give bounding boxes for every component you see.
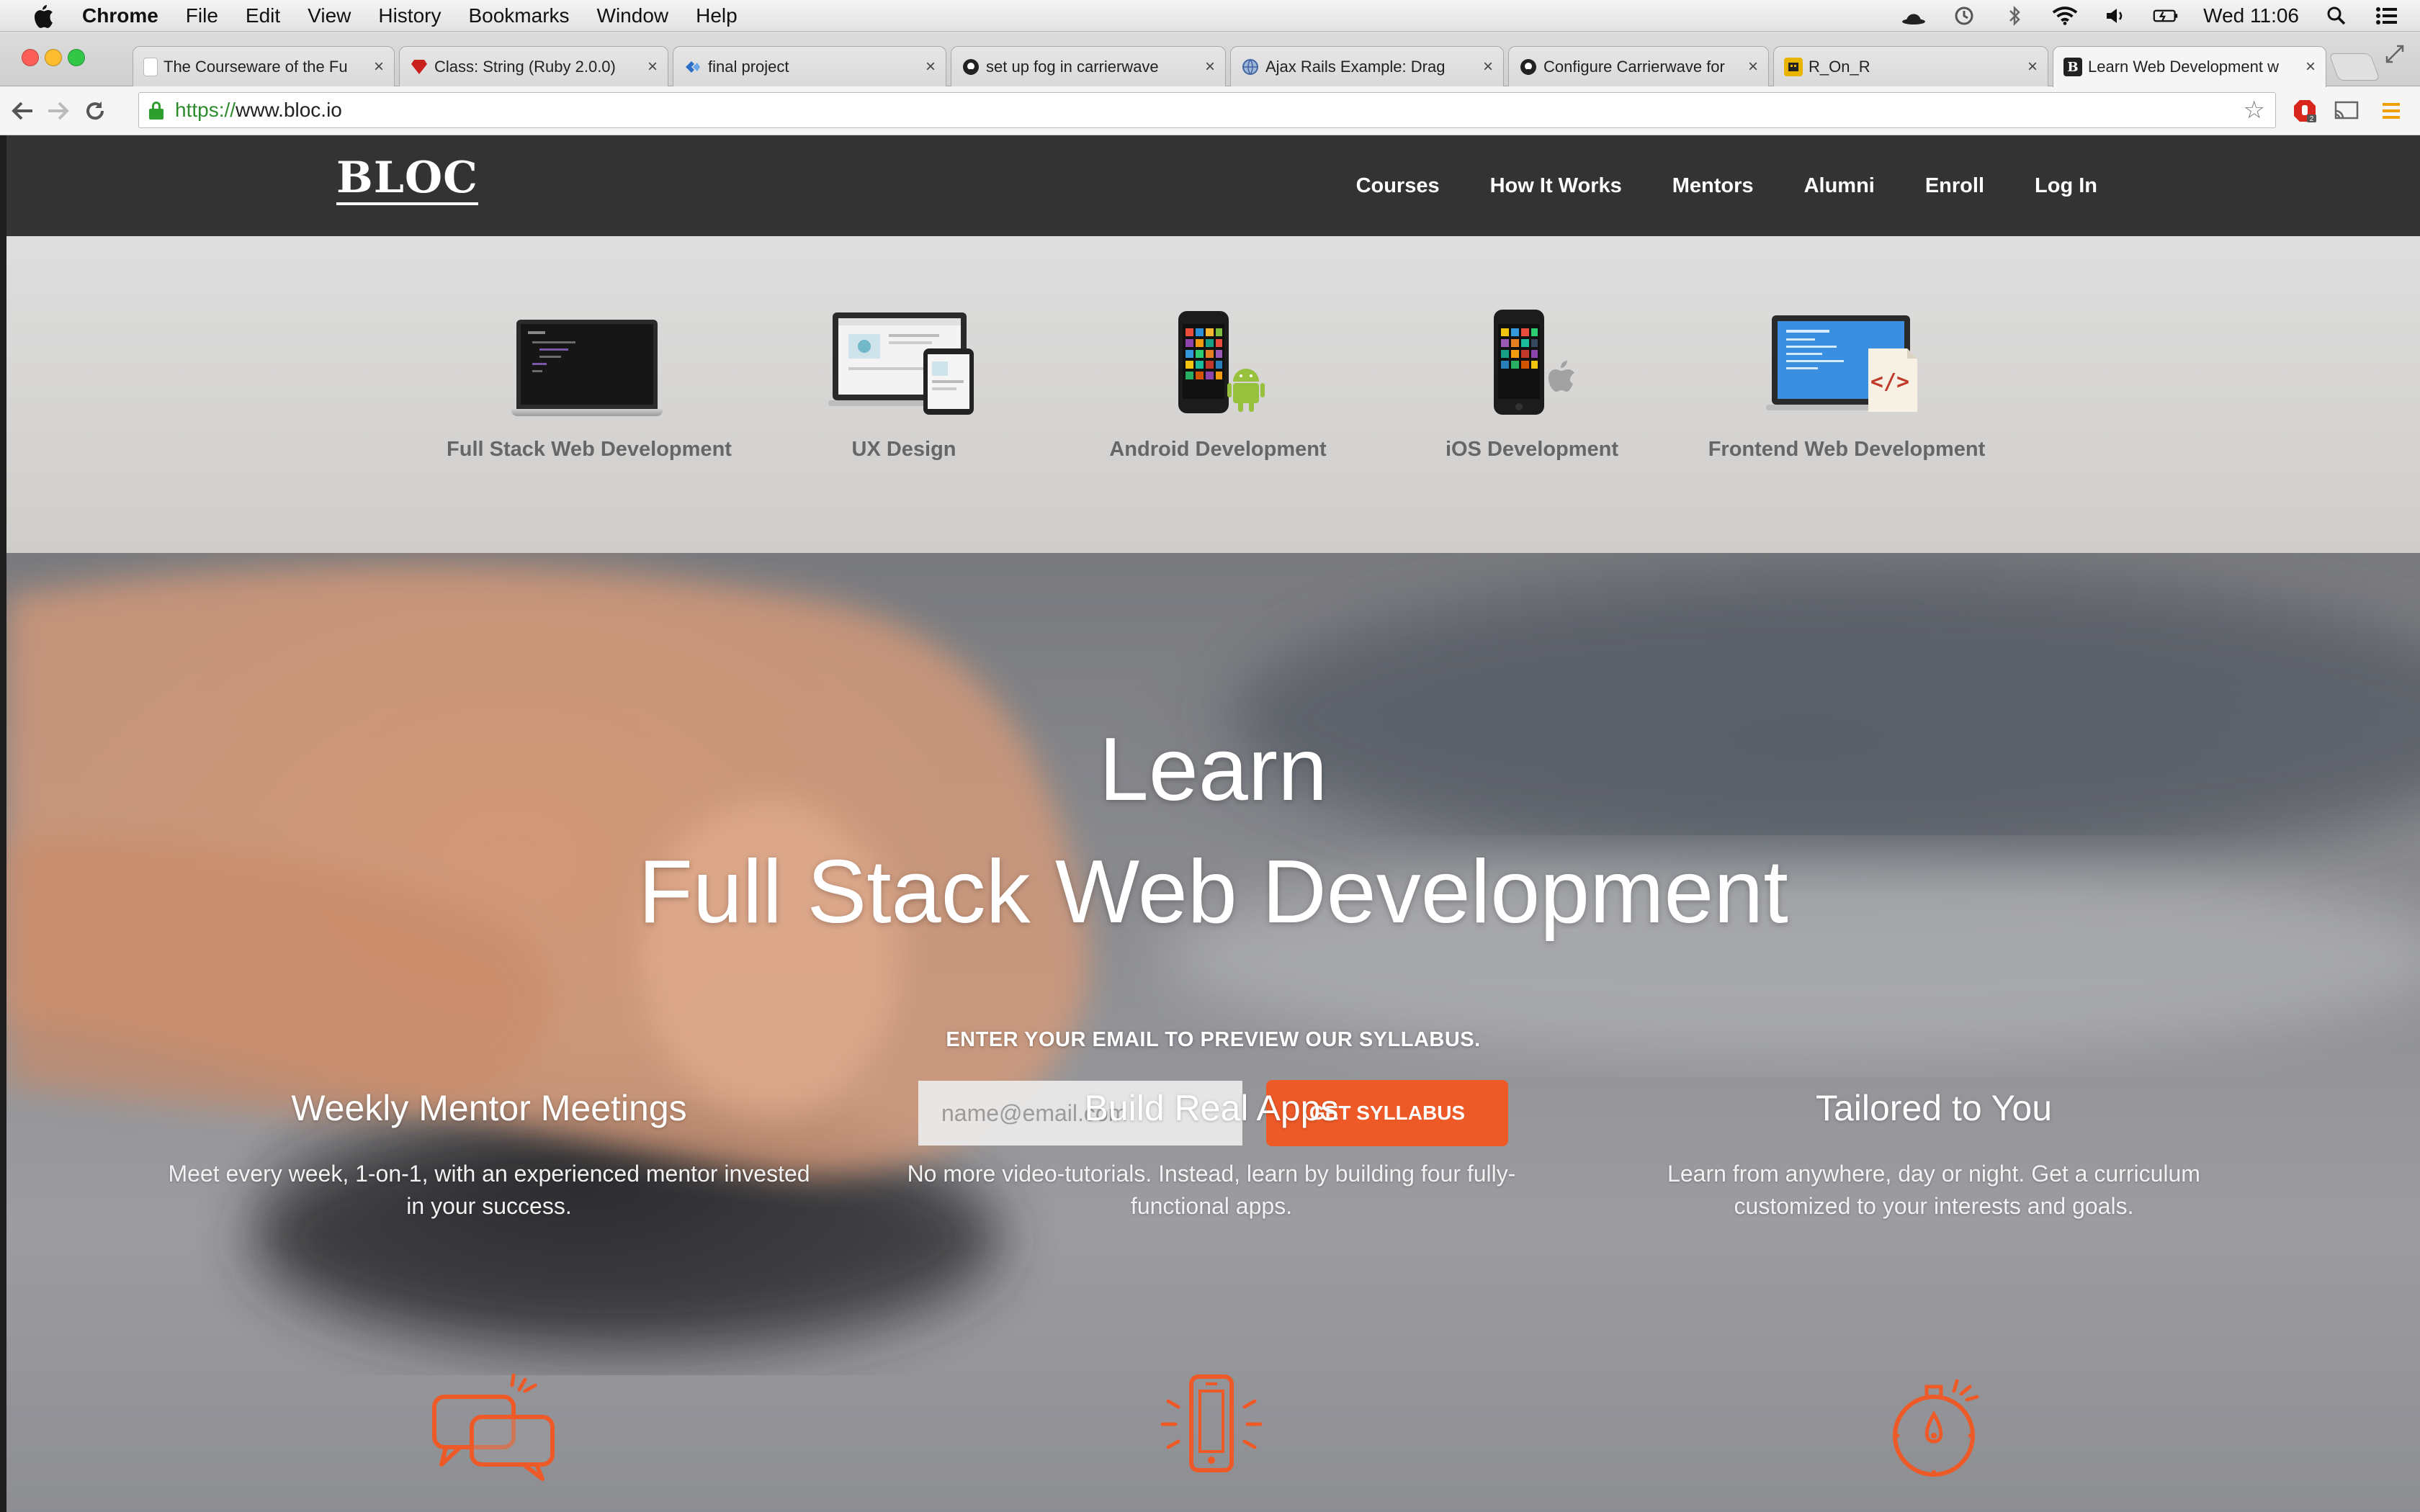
chrome-menu-icon[interactable]: [2377, 96, 2406, 125]
course-ux-design[interactable]: UX Design: [753, 301, 1055, 462]
close-tab-icon[interactable]: ×: [1483, 57, 1493, 77]
site-icon: [1784, 57, 1803, 76]
tab-ruby-string[interactable]: Class: String (Ruby 2.0.0) ×: [399, 46, 668, 86]
battery-icon[interactable]: [2153, 5, 2179, 27]
tab-configure-carrierwave[interactable]: Configure Carrierwave for ×: [1508, 46, 1769, 86]
menu-edit[interactable]: Edit: [246, 4, 280, 27]
menu-view[interactable]: View: [308, 4, 351, 27]
tab-r-on-r[interactable]: R_On_R ×: [1773, 46, 2048, 86]
globe-icon: [1241, 58, 1260, 76]
close-tab-icon[interactable]: ×: [926, 57, 936, 77]
nav-enroll[interactable]: Enroll: [1925, 174, 1984, 198]
github-icon: [1519, 58, 1538, 76]
tab-final-project[interactable]: final project ×: [673, 46, 946, 86]
menubar-clock[interactable]: Wed 11:06: [2203, 4, 2299, 27]
menu-history[interactable]: History: [378, 4, 441, 27]
menu-help[interactable]: Help: [696, 4, 738, 27]
time-machine-icon[interactable]: [1951, 5, 1977, 27]
laptop-code-icon: [511, 301, 663, 416]
feature-tailored: [1574, 1367, 2294, 1482]
close-window-button[interactable]: [22, 49, 39, 66]
course-frontend[interactable]: </> Frontend Web Development: [1695, 301, 1998, 462]
tab-strip: The Courseware of the Fu × Class: String…: [0, 32, 2420, 87]
android-phone-icon: [1164, 301, 1272, 416]
hero-title-line-2: Full Stack Web Development: [638, 842, 1788, 942]
forward-arrow-icon[interactable]: [43, 96, 72, 125]
svg-text:2: 2: [2310, 115, 2314, 123]
bloc-icon: B: [2063, 58, 2082, 76]
ruby-icon: [410, 58, 429, 76]
site-nav: Courses How It Works Mentors Alumni Enro…: [1356, 135, 2097, 236]
feature-title: Build Real Apps: [1084, 1088, 1339, 1128]
feature-description: Learn from anywhere, day or night. Get a…: [1667, 1161, 2200, 1219]
course-full-stack[interactable]: Full Stack Web Development: [438, 301, 740, 462]
browser-toolbar: https:// www.bloc.io ☆ 2: [0, 86, 2420, 135]
feature-description: Meet every week, 1-on-1, with an experie…: [168, 1161, 810, 1219]
nav-log-in[interactable]: Log In: [2035, 174, 2097, 198]
laptop-html-icon: </>: [1760, 301, 1933, 416]
minimize-window-button[interactable]: [45, 49, 62, 66]
apple-menu-icon[interactable]: [27, 4, 59, 28]
close-tab-icon[interactable]: ×: [1748, 57, 1758, 77]
url-scheme: https://: [175, 99, 236, 121]
feature-title: Tailored to You: [1815, 1088, 2053, 1128]
smartphone-icon: [1139, 1367, 1283, 1482]
web-page: BLOC Courses How It Works Mentors Alumni…: [6, 135, 2420, 1512]
fullscreen-icon[interactable]: [2384, 43, 2406, 65]
back-arrow-icon[interactable]: [9, 96, 37, 125]
bloc-logo[interactable]: BLOC: [336, 156, 478, 205]
chat-bubbles-icon: [417, 1367, 561, 1482]
feature-mentor-meetings: [129, 1367, 849, 1482]
nav-alumni[interactable]: Alumni: [1804, 174, 1875, 198]
cast-icon[interactable]: [2332, 96, 2361, 125]
new-tab-button[interactable]: [2329, 53, 2380, 81]
menu-window[interactable]: Window: [597, 4, 669, 27]
site-header: BLOC Courses How It Works Mentors Alumni…: [6, 135, 2420, 236]
nav-how-it-works[interactable]: How It Works: [1490, 174, 1622, 198]
close-tab-icon[interactable]: ×: [374, 57, 384, 77]
nav-mentors[interactable]: Mentors: [1672, 174, 1754, 198]
bluetooth-icon[interactable]: [2002, 5, 2027, 27]
close-tab-icon[interactable]: ×: [2027, 57, 2038, 77]
tab-set-up-fog[interactable]: set up fog in carrierwave ×: [951, 46, 1226, 86]
course-android[interactable]: Android Development: [1067, 301, 1369, 462]
menu-file[interactable]: File: [186, 4, 218, 27]
wifi-icon[interactable]: [2052, 5, 2078, 27]
bookmark-star-icon[interactable]: ☆: [2244, 96, 2265, 125]
reload-icon[interactable]: [81, 96, 109, 125]
menu-bookmarks[interactable]: Bookmarks: [468, 4, 569, 27]
document-icon: [143, 57, 158, 76]
spotlight-search-icon[interactable]: [2323, 5, 2349, 27]
adblock-extension-icon[interactable]: 2: [2290, 96, 2319, 125]
url-host: www.bloc.io: [236, 99, 342, 121]
svg-text:</>: </>: [1870, 369, 1909, 395]
email-prompt: ENTER YOUR EMAIL TO PREVIEW OUR SYLLABUS…: [946, 1028, 1481, 1051]
close-tab-icon[interactable]: ×: [1205, 57, 1215, 77]
volume-icon[interactable]: [2102, 5, 2128, 27]
iphone-apple-icon: [1478, 301, 1586, 416]
menu-bar: Chrome File Edit View History Bookmarks …: [0, 0, 2420, 32]
devices-mockup-icon: [828, 301, 980, 416]
lock-icon[interactable]: [148, 101, 165, 120]
hat-icon[interactable]: [1901, 5, 1927, 27]
address-bar[interactable]: https:// www.bloc.io ☆: [138, 92, 2276, 128]
tab-ajax-rails[interactable]: Ajax Rails Example: Drag ×: [1230, 46, 1504, 86]
stopwatch-icon: [1862, 1367, 2006, 1482]
zoom-window-button[interactable]: [68, 49, 85, 66]
feature-build-apps: [851, 1367, 1572, 1482]
feature-title: Weekly Mentor Meetings: [291, 1088, 687, 1128]
feature-description: No more video-tutorials. Instead, learn …: [907, 1161, 1516, 1219]
tab-learn-web-development[interactable]: B Learn Web Development w ×: [2053, 46, 2326, 87]
tab-courseware[interactable]: The Courseware of the Fu ×: [133, 46, 395, 86]
menu-app-chrome[interactable]: Chrome: [82, 4, 158, 27]
close-tab-icon[interactable]: ×: [2305, 57, 2316, 77]
close-tab-icon[interactable]: ×: [647, 57, 658, 77]
course-selector: Full Stack Web Development UX Design And…: [6, 236, 2420, 563]
course-ios[interactable]: iOS Development: [1381, 301, 1683, 462]
notification-center-icon[interactable]: [2374, 5, 2400, 27]
hero-title-line-1: Learn: [1098, 720, 1328, 819]
nav-courses[interactable]: Courses: [1356, 174, 1440, 198]
trello-icon: [684, 58, 702, 76]
github-icon: [962, 58, 980, 76]
